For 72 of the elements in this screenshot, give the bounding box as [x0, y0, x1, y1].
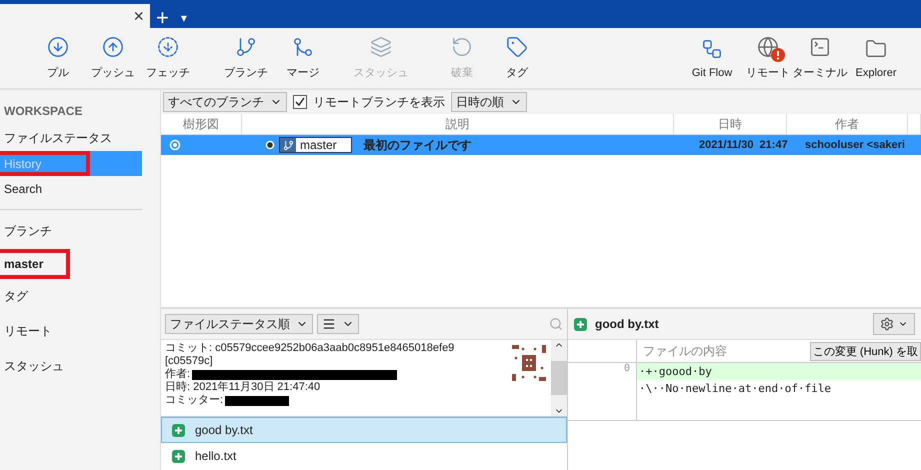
toolbar-button[interactable]: Git Flow	[686, 38, 738, 78]
branch-label: master	[279, 137, 352, 153]
column-header[interactable]: 日時	[674, 114, 787, 134]
commit-author: schooluser <sakeri	[804, 139, 905, 151]
commit-message: 最初のファイルです	[364, 136, 472, 154]
globe-icon	[757, 36, 779, 58]
branch-icon	[282, 140, 294, 150]
sort-dropdown[interactable]: ファイルステータス順	[165, 314, 313, 334]
sidebar-item[interactable]: master	[0, 249, 142, 279]
commit-detail: 日時: 2021年11月30日 21:47:40	[165, 381, 320, 394]
diff-line: ·\··No·newline·at·end·of·file	[638, 381, 832, 397]
undo-icon	[451, 36, 473, 58]
branch-icon	[235, 36, 257, 58]
tag-icon	[506, 36, 528, 58]
check-icon	[295, 97, 305, 107]
toolbar-button[interactable]: ターミナル	[794, 36, 846, 80]
pull-icon	[47, 36, 69, 58]
sidebar-item[interactable]: ファイルステータス	[0, 126, 142, 151]
graph-node-icon	[169, 139, 181, 151]
terminal-icon	[809, 36, 831, 58]
close-icon[interactable]: ×	[127, 6, 150, 26]
commit-detail: 作者:	[165, 368, 190, 381]
list-icon	[322, 317, 336, 331]
checkbox-label: リモートブランチを表示	[313, 94, 445, 110]
added-icon	[574, 318, 587, 330]
column-header[interactable]: 作者	[787, 114, 908, 134]
column-header: ファイルの内容	[642, 342, 728, 360]
flow-icon	[701, 38, 723, 60]
tab-menu-button[interactable]: ▾	[174, 8, 193, 28]
checkbox[interactable]	[293, 95, 307, 109]
commit-detail: コミッター:	[165, 394, 224, 407]
added-icon	[172, 450, 185, 462]
sort-dropdown[interactable]: 日時の順	[451, 92, 527, 112]
toolbar-button[interactable]: リモート	[742, 36, 794, 80]
added-icon	[172, 424, 185, 436]
fetch-icon	[157, 36, 179, 58]
redaction-bar	[225, 396, 290, 406]
sidebar-item[interactable]: スタッシュ	[0, 349, 142, 384]
file-row[interactable]: good by.txt	[161, 417, 567, 443]
line-number: 0	[624, 363, 630, 376]
add-tab-button[interactable]: +	[150, 8, 175, 28]
toolbar-button[interactable]: プッシュ	[87, 36, 139, 80]
commit-detail: コミット: c05579ccee9252b06a3aab0c8951e8465018efe9	[165, 342, 454, 355]
column-header[interactable]: 樹形図	[161, 114, 242, 134]
settings-icon	[880, 317, 894, 331]
commit-detail: [c05579c]	[165, 355, 213, 368]
scrollbar[interactable]	[551, 340, 567, 416]
layers-icon	[370, 36, 392, 58]
toolbar-button[interactable]: フェッチ	[142, 36, 194, 80]
toolbar-button[interactable]: プル	[32, 36, 84, 80]
sidebar-item[interactable]: Search	[0, 176, 142, 201]
sidebar-item[interactable]: ブランチ	[0, 214, 142, 249]
push-icon	[102, 36, 124, 58]
view-dropdown[interactable]	[317, 314, 359, 334]
commit-date: 2021/11/30 21:47	[698, 139, 788, 151]
toolbar-button[interactable]: Explorer	[850, 38, 902, 78]
branch-filter-dropdown[interactable]: すべてのブランチ	[163, 92, 287, 112]
section-heading: WORKSPACE	[4, 104, 82, 118]
sidebar-item[interactable]: タグ	[0, 279, 142, 314]
toolbar-button[interactable]: ブランチ	[220, 36, 272, 80]
column-header[interactable]: 説明	[242, 114, 674, 134]
avatar-icon	[511, 344, 547, 382]
folder-icon	[865, 38, 887, 60]
toolbar-button[interactable]: タグ	[491, 36, 543, 80]
sidebar-item[interactable]: リモート	[0, 314, 142, 349]
diff-file-name: good by.txt	[595, 317, 659, 331]
toolbar-button[interactable]: マージ	[277, 36, 329, 80]
merge-icon	[292, 36, 314, 58]
discard-hunk-button[interactable]: この変更 (Hunk) を取	[810, 342, 921, 360]
commit-row[interactable]: master 最初のファイルです 2021/11/30 21:47 schooluser <sakeri	[161, 135, 921, 155]
settings-button[interactable]	[873, 313, 915, 335]
head-dot-icon	[265, 140, 275, 150]
